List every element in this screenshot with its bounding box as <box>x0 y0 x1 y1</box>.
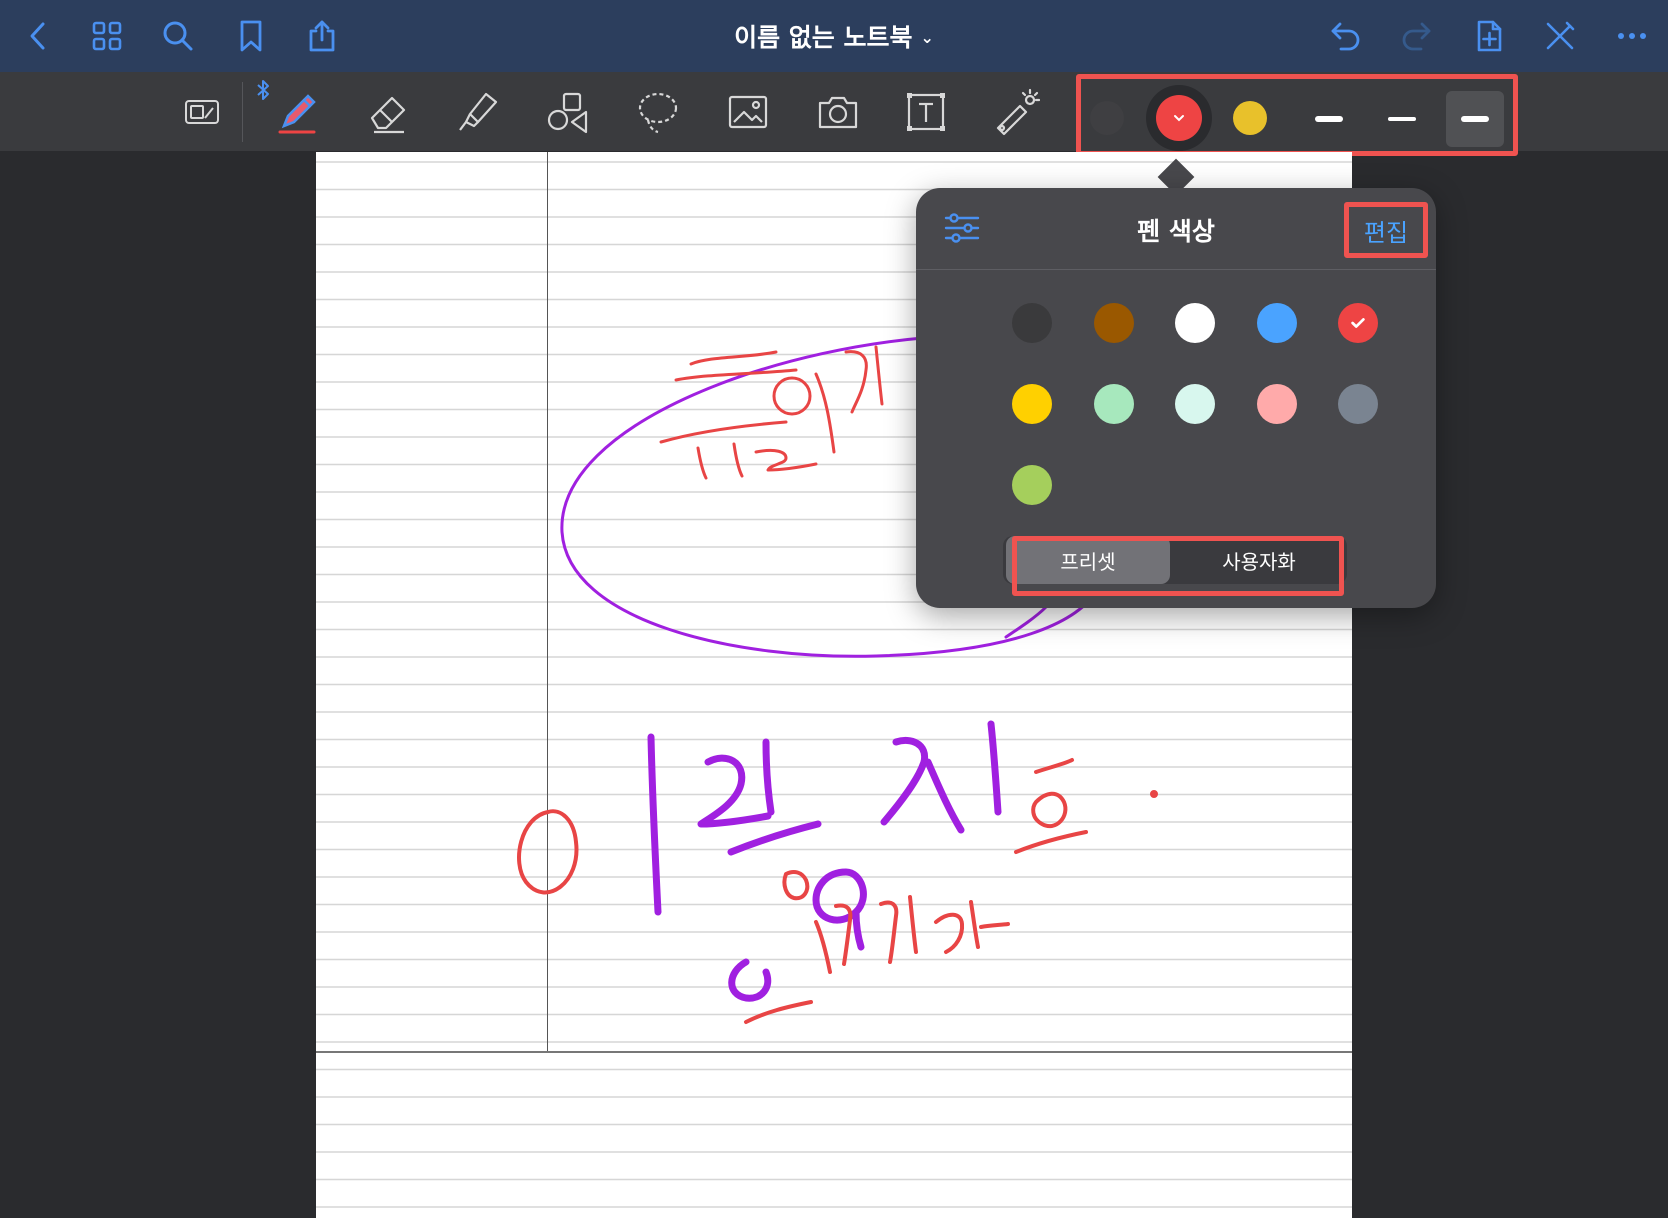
pen-color-popover: 펜 색상 편집 프리셋 사용자화 <box>916 188 1436 608</box>
pen-icon[interactable] <box>268 84 328 140</box>
segment-custom[interactable]: 사용자화 <box>1173 536 1345 584</box>
quick-color-and-width-bar <box>1076 74 1518 156</box>
edit-button[interactable]: 편집 <box>1344 202 1428 258</box>
stroke-width-thick-selected[interactable] <box>1446 91 1504 147</box>
checkmark-icon <box>1351 318 1365 328</box>
color-swatch[interactable] <box>1338 384 1378 424</box>
notebook-title-text: 이름 없는 노트북 <box>734 23 913 52</box>
color-swatch[interactable] <box>1175 384 1215 424</box>
color-swatch[interactable] <box>1094 384 1134 424</box>
text-box-icon[interactable] <box>896 84 956 140</box>
stroke-width-medium[interactable] <box>1373 91 1431 147</box>
title-chevron-down-icon: ⌄ <box>920 28 934 47</box>
color-swatch-selected[interactable] <box>1338 303 1378 343</box>
tools-edit-icon[interactable] <box>1538 14 1582 58</box>
shapes-icon[interactable] <box>538 84 598 140</box>
highlighter-icon[interactable] <box>448 84 508 140</box>
quick-color-dark-gray[interactable] <box>1090 101 1124 135</box>
color-swatch[interactable] <box>1012 465 1052 505</box>
eraser-icon[interactable] <box>358 84 418 140</box>
chevron-down-icon <box>1156 95 1202 141</box>
camera-icon[interactable] <box>808 84 868 140</box>
stroke-width-thin[interactable] <box>1300 91 1358 147</box>
add-page-icon[interactable] <box>1467 14 1511 58</box>
color-swatch[interactable] <box>1012 303 1052 343</box>
quick-color-red-selected[interactable] <box>1146 85 1212 151</box>
zoom-window-icon[interactable] <box>172 84 232 140</box>
undo-icon[interactable] <box>1324 14 1368 58</box>
segment-preset[interactable]: 프리셋 <box>1006 536 1170 584</box>
top-navigation-bar: 이름 없는 노트북 ⌄ <box>0 0 1668 72</box>
popover-header: 펜 색상 편집 <box>916 188 1436 270</box>
color-swatch[interactable] <box>1257 384 1297 424</box>
lasso-icon[interactable] <box>628 84 688 140</box>
redo-icon[interactable] <box>1394 14 1438 58</box>
preset-custom-segmented-control: 프리셋 사용자화 <box>1003 536 1347 584</box>
image-icon[interactable] <box>718 84 778 140</box>
more-icon[interactable] <box>1610 14 1654 58</box>
color-swatch[interactable] <box>1012 384 1052 424</box>
app-root: 이름 없는 노트북 ⌄ 펜 색상 편집 프리셋 사용자화 <box>0 0 1668 1218</box>
toolbar-separator <box>242 82 243 142</box>
quick-color-yellow[interactable] <box>1233 101 1267 135</box>
laser-pointer-icon[interactable] <box>986 84 1046 140</box>
color-swatch[interactable] <box>1094 303 1134 343</box>
color-swatch[interactable] <box>1257 303 1297 343</box>
color-swatch[interactable] <box>1175 303 1215 343</box>
